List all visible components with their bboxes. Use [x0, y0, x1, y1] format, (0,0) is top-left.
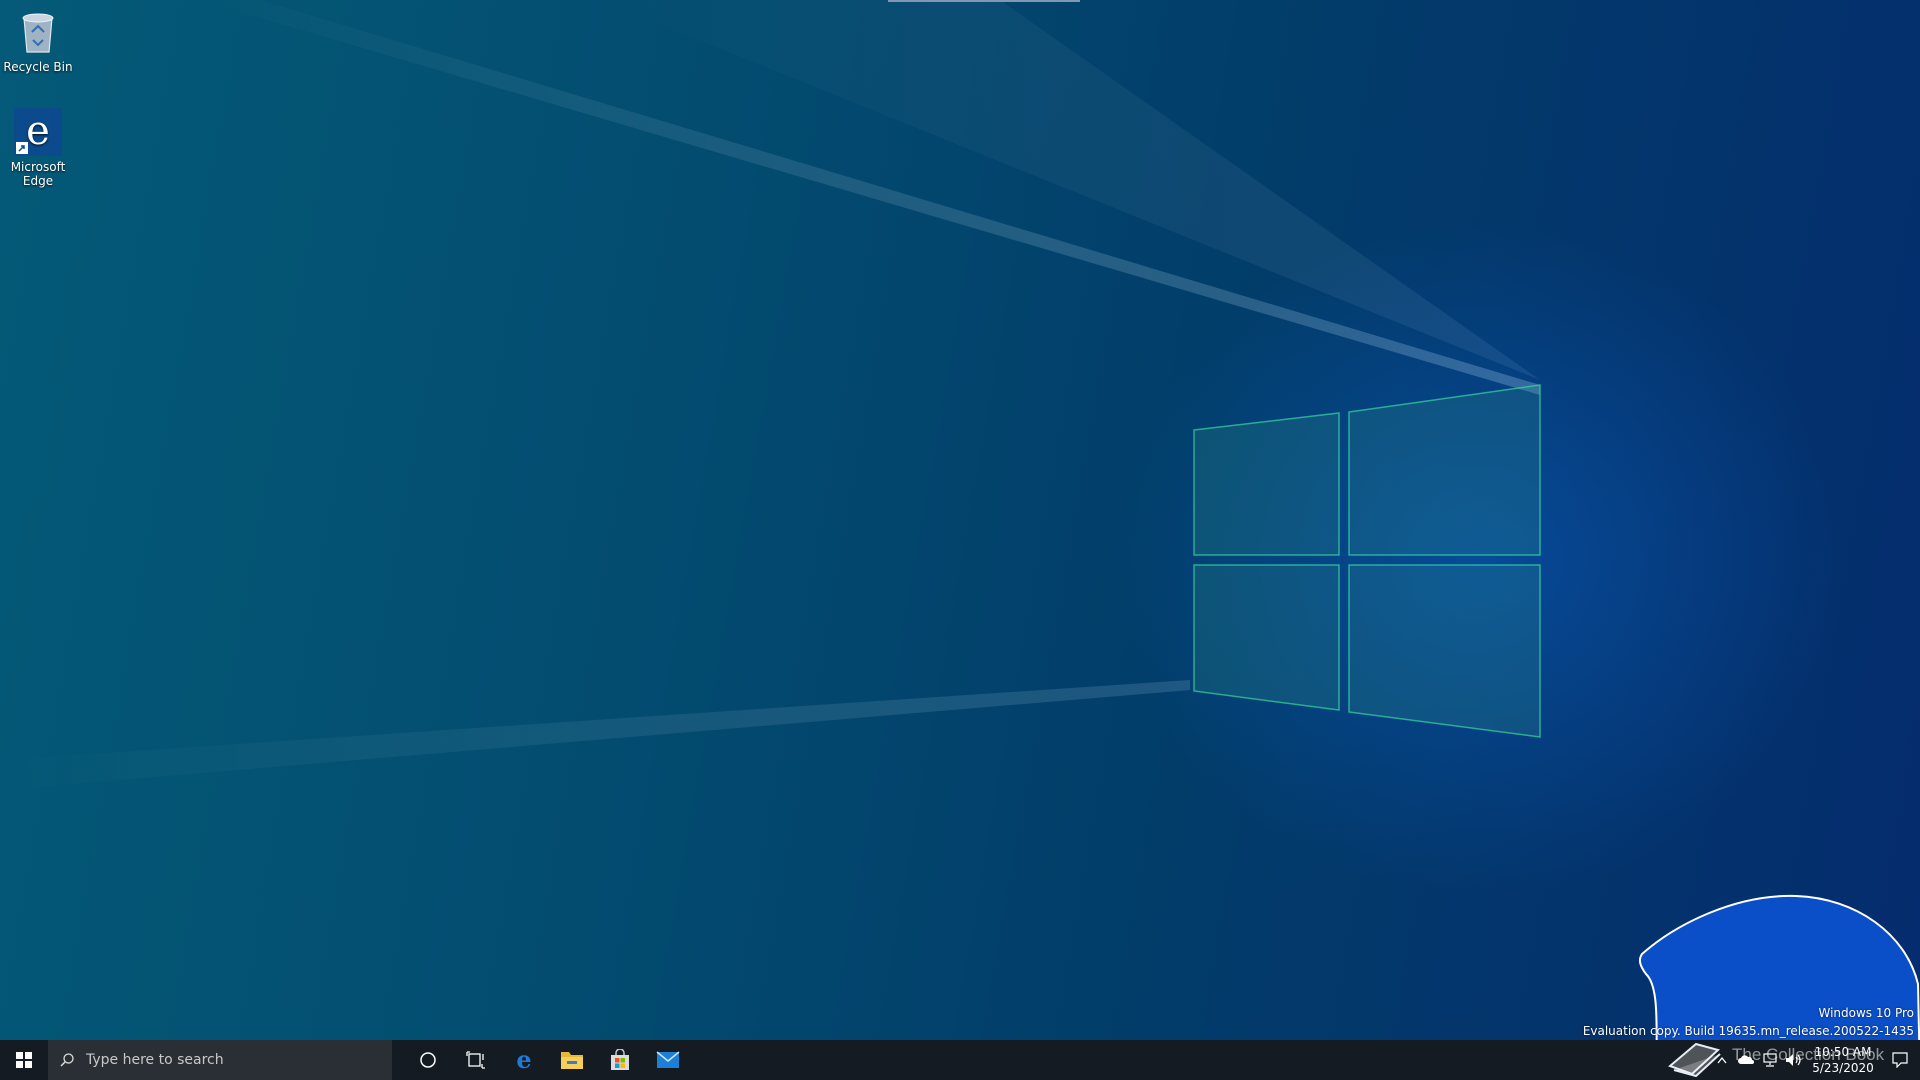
svg-text:e: e: [26, 108, 50, 154]
task-view-button[interactable]: [452, 1040, 500, 1080]
recycle-bin-icon: [22, 13, 54, 53]
windows-start-icon: [16, 1052, 32, 1068]
edge-icon: e: [14, 108, 62, 156]
search-icon: [60, 1053, 74, 1067]
desktop: Recycle Bin e Microsoft Edge: [0, 0, 1920, 1040]
windows-logo-wallpaper: [1193, 384, 1541, 738]
folder-icon: [561, 1052, 583, 1069]
wallpaper-light-beams: [0, 0, 1540, 790]
taskbar-search-box[interactable]: Type here to search: [48, 1040, 392, 1080]
search-placeholder: Type here to search: [86, 1052, 224, 1068]
taskbar: Type here to search e: [0, 1040, 1920, 1080]
cortana-circle-icon: [420, 1052, 436, 1068]
taskbar-app-file-explorer[interactable]: [548, 1040, 596, 1080]
desktop-icon-recycle-bin[interactable]: Recycle Bin: [0, 8, 76, 74]
taskbar-app-edge[interactable]: e: [500, 1040, 548, 1080]
top-edge-indicator: [888, 0, 1080, 2]
store-bag-icon: [611, 1049, 629, 1070]
taskbar-app-mail[interactable]: [644, 1040, 692, 1080]
collection-book-stamp: The Collection Book: [1668, 1042, 1885, 1078]
stamp-text: The Collection Book: [1732, 1045, 1885, 1064]
start-button[interactable]: [0, 1040, 48, 1080]
taskbar-app-store[interactable]: [596, 1040, 644, 1080]
desktop-icon-label: Microsoft Edge: [10, 160, 66, 188]
svg-text:e: e: [516, 1048, 531, 1072]
watermark-edition: Windows 10 Pro: [1818, 1006, 1914, 1020]
cortana-button[interactable]: [404, 1040, 452, 1080]
desktop-icon-microsoft-edge[interactable]: e Microsoft Edge: [0, 108, 76, 188]
desktop-icon-label: Recycle Bin: [3, 60, 73, 74]
task-view-icon: [466, 1051, 485, 1069]
mail-icon: [656, 1051, 680, 1068]
edge-icon: e: [516, 1048, 531, 1072]
